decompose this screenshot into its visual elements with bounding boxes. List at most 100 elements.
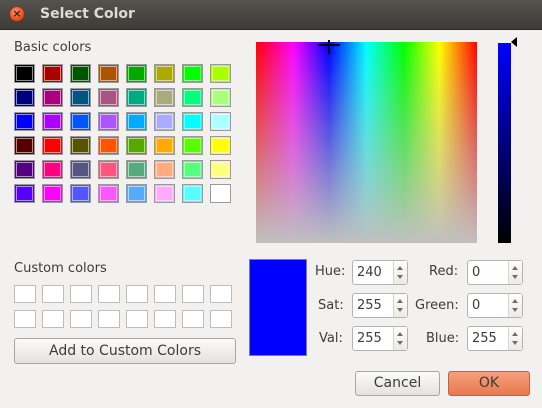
select-color-dialog: × Select Color Basic colors Custom color…: [0, 0, 542, 408]
basic-color-swatch[interactable]: [210, 160, 231, 179]
basic-color-swatch[interactable]: [70, 160, 91, 179]
custom-color-swatch[interactable]: [42, 310, 64, 328]
basic-color-swatch[interactable]: [70, 88, 91, 107]
basic-color-swatch[interactable]: [14, 136, 35, 155]
increment-arrow-icon[interactable]: [397, 332, 403, 336]
basic-color-swatch[interactable]: [98, 88, 119, 107]
custom-colors-label: Custom colors: [14, 261, 107, 276]
basic-color-swatch[interactable]: [126, 136, 147, 155]
custom-color-swatch[interactable]: [98, 285, 120, 303]
increment-arrow-icon[interactable]: [512, 332, 518, 336]
custom-color-swatch[interactable]: [70, 310, 92, 328]
blue-spinbox[interactable]: 255: [467, 326, 523, 351]
basic-color-swatch[interactable]: [70, 112, 91, 131]
basic-color-swatch[interactable]: [42, 136, 63, 155]
decrement-arrow-icon[interactable]: [397, 275, 403, 279]
basic-color-swatch[interactable]: [210, 136, 231, 155]
basic-color-swatch[interactable]: [126, 112, 147, 131]
hue-spinbox[interactable]: 240: [352, 260, 408, 285]
basic-color-swatch[interactable]: [70, 64, 91, 83]
custom-color-swatch[interactable]: [210, 285, 232, 303]
hue-value: 240: [357, 265, 382, 280]
basic-color-swatch[interactable]: [182, 160, 203, 179]
basic-color-swatch[interactable]: [182, 88, 203, 107]
basic-color-swatch[interactable]: [154, 88, 175, 107]
cancel-button[interactable]: Cancel: [355, 371, 440, 396]
decrement-arrow-icon[interactable]: [512, 308, 518, 312]
basic-color-swatch[interactable]: [126, 88, 147, 107]
custom-color-swatch[interactable]: [182, 285, 204, 303]
custom-color-swatch[interactable]: [154, 285, 176, 303]
hue-saturation-picker[interactable]: [256, 42, 477, 243]
increment-arrow-icon[interactable]: [397, 266, 403, 270]
blue-label: Blue:: [426, 331, 460, 346]
val-value: 255: [357, 331, 382, 346]
basic-color-swatch[interactable]: [98, 112, 119, 131]
custom-color-swatch[interactable]: [126, 310, 148, 328]
basic-color-swatch[interactable]: [42, 88, 63, 107]
basic-color-swatch[interactable]: [210, 184, 231, 203]
basic-color-swatch[interactable]: [126, 160, 147, 179]
decrement-arrow-icon[interactable]: [397, 308, 403, 312]
sat-spinbox[interactable]: 255: [352, 293, 408, 318]
sat-stepper[interactable]: [393, 294, 407, 317]
custom-color-swatch[interactable]: [14, 285, 36, 303]
basic-color-swatch[interactable]: [14, 160, 35, 179]
basic-color-swatch[interactable]: [14, 64, 35, 83]
basic-color-swatch[interactable]: [42, 112, 63, 131]
close-icon[interactable]: ×: [9, 6, 25, 22]
basic-color-swatch[interactable]: [210, 64, 231, 83]
custom-color-swatch[interactable]: [126, 285, 148, 303]
value-slider[interactable]: [498, 43, 511, 243]
add-to-custom-colors-button[interactable]: Add to Custom Colors: [14, 338, 236, 364]
decrement-arrow-icon[interactable]: [512, 341, 518, 345]
basic-color-swatch[interactable]: [14, 112, 35, 131]
custom-color-swatch[interactable]: [42, 285, 64, 303]
decrement-arrow-icon[interactable]: [397, 341, 403, 345]
custom-color-swatch[interactable]: [14, 310, 36, 328]
basic-color-swatch[interactable]: [210, 112, 231, 131]
basic-color-swatch[interactable]: [42, 184, 63, 203]
basic-color-swatch[interactable]: [182, 136, 203, 155]
custom-color-swatch[interactable]: [210, 310, 232, 328]
value-slider-arrow-icon[interactable]: [511, 37, 517, 47]
basic-color-swatch[interactable]: [154, 136, 175, 155]
basic-color-swatch[interactable]: [98, 64, 119, 83]
red-stepper[interactable]: [508, 261, 522, 284]
red-spinbox[interactable]: 0: [467, 260, 523, 285]
basic-color-swatch[interactable]: [98, 184, 119, 203]
hue-stepper[interactable]: [393, 261, 407, 284]
custom-color-swatch[interactable]: [154, 310, 176, 328]
basic-color-swatch[interactable]: [182, 184, 203, 203]
basic-color-swatch[interactable]: [154, 184, 175, 203]
basic-color-swatch[interactable]: [154, 112, 175, 131]
val-spinbox[interactable]: 255: [352, 326, 408, 351]
increment-arrow-icon[interactable]: [397, 299, 403, 303]
basic-color-swatch[interactable]: [182, 64, 203, 83]
basic-color-swatch[interactable]: [154, 160, 175, 179]
increment-arrow-icon[interactable]: [512, 299, 518, 303]
val-stepper[interactable]: [393, 327, 407, 350]
basic-color-swatch[interactable]: [126, 64, 147, 83]
basic-color-swatch[interactable]: [42, 160, 63, 179]
decrement-arrow-icon[interactable]: [512, 275, 518, 279]
ok-button[interactable]: OK: [448, 371, 530, 396]
basic-color-swatch[interactable]: [42, 64, 63, 83]
basic-color-swatch[interactable]: [70, 136, 91, 155]
green-stepper[interactable]: [508, 294, 522, 317]
basic-color-swatch[interactable]: [98, 160, 119, 179]
basic-color-swatch[interactable]: [14, 184, 35, 203]
basic-color-swatch[interactable]: [182, 112, 203, 131]
green-spinbox[interactable]: 0: [467, 293, 523, 318]
custom-color-swatch[interactable]: [98, 310, 120, 328]
basic-color-swatch[interactable]: [14, 88, 35, 107]
basic-color-swatch[interactable]: [98, 136, 119, 155]
basic-color-swatch[interactable]: [210, 88, 231, 107]
custom-color-swatch[interactable]: [70, 285, 92, 303]
basic-color-swatch[interactable]: [154, 64, 175, 83]
basic-color-swatch[interactable]: [70, 184, 91, 203]
blue-stepper[interactable]: [508, 327, 522, 350]
custom-color-swatch[interactable]: [182, 310, 204, 328]
basic-color-swatch[interactable]: [126, 184, 147, 203]
increment-arrow-icon[interactable]: [512, 266, 518, 270]
